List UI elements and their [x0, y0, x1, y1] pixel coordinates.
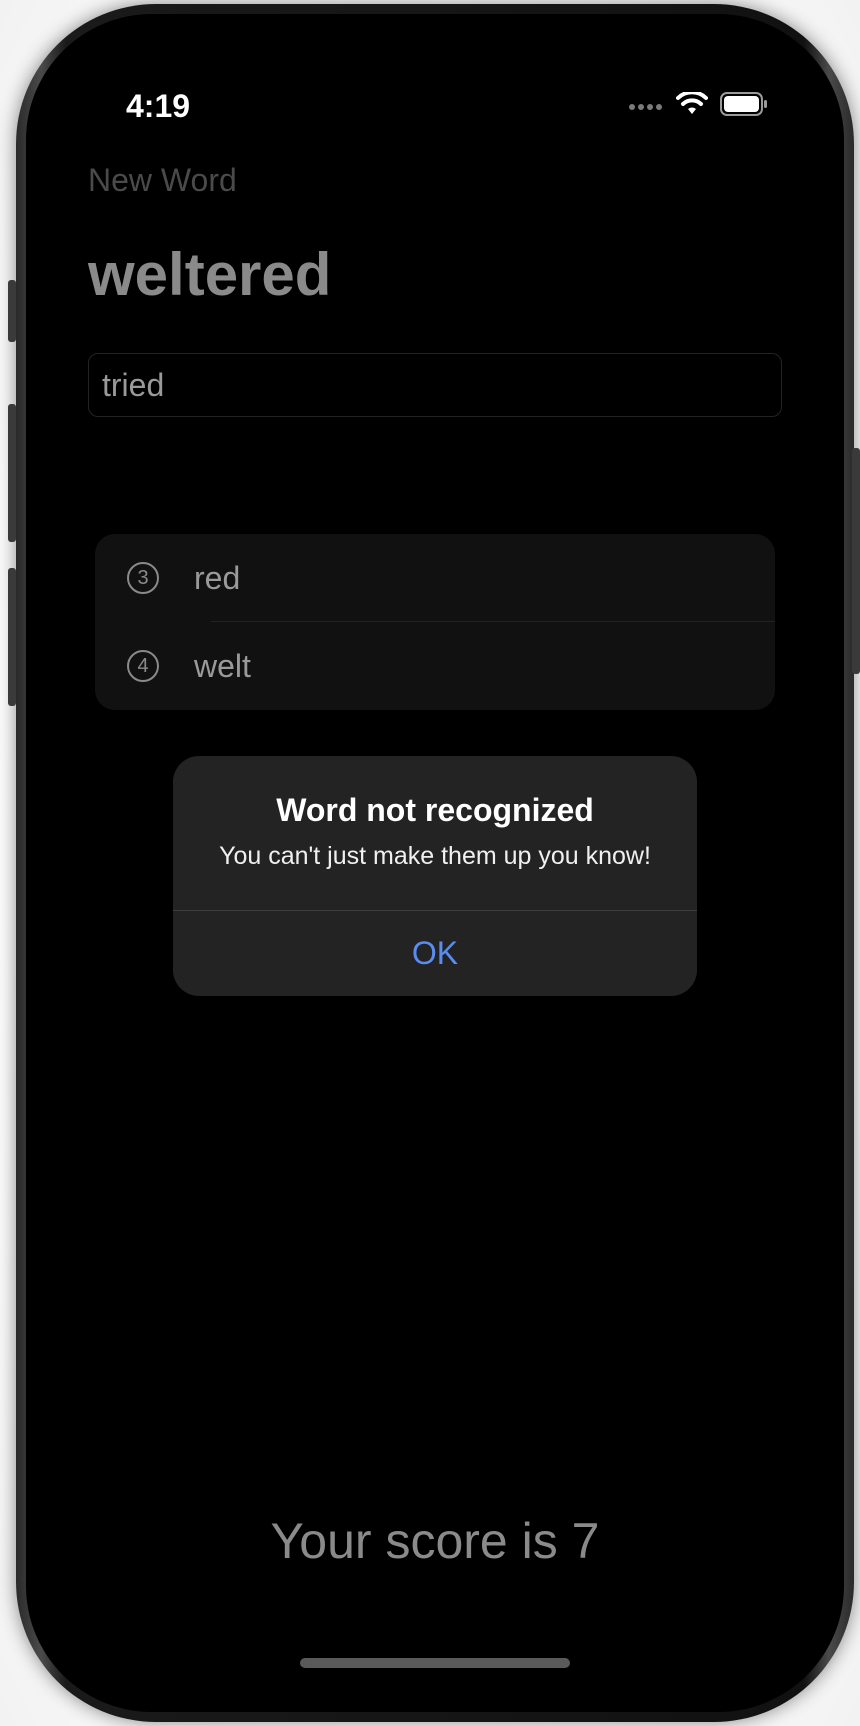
wifi-icon	[676, 90, 708, 121]
nav-small-title: New Word	[88, 162, 237, 198]
home-indicator[interactable]	[300, 1658, 570, 1668]
count-circle-icon: 3	[127, 562, 159, 594]
list-item[interactable]: 3 red	[95, 534, 775, 622]
status-icons	[628, 90, 768, 121]
power-button	[852, 448, 860, 674]
battery-icon	[720, 92, 768, 121]
score-label: Your score is 7	[270, 1513, 600, 1569]
count-circle-icon: 4	[127, 650, 159, 682]
word-input[interactable]	[88, 353, 782, 417]
mute-switch	[8, 280, 16, 342]
list-item[interactable]: 4 welt	[95, 622, 775, 710]
list-item-word: welt	[194, 647, 251, 684]
volume-down-button	[8, 568, 16, 706]
ok-button[interactable]: OK	[173, 911, 697, 996]
alert-dialog: Word not recognized You can't just make …	[173, 756, 697, 996]
page-title: weltered	[88, 241, 332, 308]
alert-title: Word not recognized	[276, 792, 594, 828]
list-item-word: red	[194, 559, 241, 596]
alert-message: You can't just make them up you know!	[219, 842, 651, 870]
screen: 4:19 New Word weltered tried 3 red 4 wel…	[26, 14, 844, 1712]
status-time: 4:19	[126, 88, 191, 124]
used-words-list: 3 red 4 welt	[95, 534, 775, 710]
cellular-dots-icon	[628, 98, 664, 116]
volume-up-button	[8, 404, 16, 542]
